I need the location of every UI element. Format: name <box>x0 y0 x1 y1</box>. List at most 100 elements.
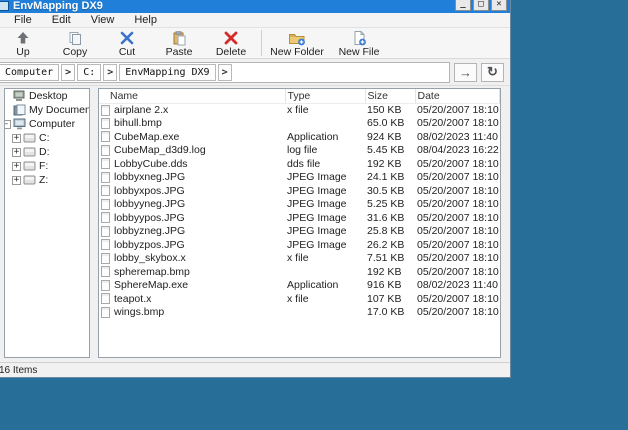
expand-icon[interactable]: + <box>12 162 21 171</box>
column-header-size[interactable]: Size <box>365 89 415 103</box>
breadcrumb-segment[interactable]: EnvMapping DX9 <box>119 64 215 81</box>
expand-icon[interactable]: + <box>12 148 21 157</box>
tree-item-c[interactable]: +C: <box>12 131 89 145</box>
file-date-cell: 05/20/2007 18:10 <box>415 265 500 279</box>
file-name-label: lobbyyneg.JPG <box>114 198 185 210</box>
file-name-label: CubeMap.exe <box>114 131 179 143</box>
tree-item-label: Z: <box>39 174 48 186</box>
menu-item-view[interactable]: View <box>82 14 124 26</box>
file-date-cell: 05/20/2007 18:10 <box>415 252 500 266</box>
file-name-cell: airplane 2.x <box>99 103 285 117</box>
expand-icon[interactable]: + <box>12 176 21 185</box>
file-name-cell: lobbyxpos.JPG <box>99 184 285 198</box>
table-row[interactable]: airplane 2.xx file150 KB05/20/2007 18:10 <box>99 103 500 117</box>
table-row[interactable]: CubeMap_d3d9.loglog file5.45 KB08/04/202… <box>99 144 500 158</box>
file-name-label: lobbyxneg.JPG <box>114 171 185 183</box>
table-row[interactable]: SphereMap.exeApplication916 KB08/02/2023… <box>99 279 500 293</box>
file-icon <box>101 145 110 156</box>
file-name-cell: lobbyzpos.JPG <box>99 238 285 252</box>
breadcrumb-chevron-icon[interactable]: > <box>103 64 117 81</box>
collapse-icon[interactable]: - <box>4 120 11 129</box>
column-header-type[interactable]: Type <box>285 89 365 103</box>
file-name: airplane 2.x <box>101 104 283 116</box>
toolbar-button-label: New File <box>339 46 380 58</box>
file-icon <box>101 212 110 223</box>
desktop-icon <box>13 91 26 102</box>
toolbar-button-label: New Folder <box>270 46 324 58</box>
go-button[interactable]: → <box>454 63 477 82</box>
table-row[interactable]: CubeMap.exeApplication924 KB08/02/2023 1… <box>99 130 500 144</box>
breadcrumb-chevron-icon[interactable]: > <box>218 64 232 81</box>
tree-item-f[interactable]: +F: <box>12 159 89 173</box>
paste-button[interactable]: Paste <box>153 28 205 58</box>
tree-item-label: My Documents <box>29 104 89 116</box>
title-bar[interactable]: EnvMapping DX9 _□✕ <box>0 0 510 13</box>
refresh-button[interactable]: ↻ <box>481 63 504 82</box>
menu-item-file[interactable]: File <box>5 14 41 26</box>
minimize-button[interactable]: _ <box>455 0 471 11</box>
file-name: lobbyzneg.JPG <box>101 225 283 237</box>
table-row[interactable]: spheremap.bmp192 KB05/20/2007 18:10 <box>99 265 500 279</box>
file-name: CubeMap.exe <box>101 131 283 143</box>
drive-icon <box>23 133 36 144</box>
file-date-cell: 05/20/2007 18:10 <box>415 157 500 171</box>
menu-item-edit[interactable]: Edit <box>43 14 80 26</box>
table-row[interactable]: lobbyzneg.JPGJPEG Image25.8 KB05/20/2007… <box>99 225 500 239</box>
file-name-label: airplane 2.x <box>114 104 168 116</box>
file-list-table: NameTypeSizeDate airplane 2.xx file150 K… <box>99 89 500 319</box>
file-name-label: lobbyxpos.JPG <box>114 185 185 197</box>
table-row[interactable]: lobbyzpos.JPGJPEG Image26.2 KB05/20/2007… <box>99 238 500 252</box>
column-header-name[interactable]: Name <box>99 89 285 103</box>
close-button[interactable]: ✕ <box>491 0 507 11</box>
file-type-cell: log file <box>285 144 365 158</box>
breadcrumb[interactable]: Computer>C:>EnvMapping DX9> <box>0 62 450 83</box>
folder-tree-panel: DesktopMy Documents-Computer+C:+D:+F:+Z: <box>4 88 90 358</box>
breadcrumb-segment[interactable]: C: <box>77 64 101 81</box>
toolbar-button-label: Paste <box>166 46 193 58</box>
file-name: CubeMap_d3d9.log <box>101 144 283 156</box>
file-name-cell: LobbyCube.dds <box>99 157 285 171</box>
table-row[interactable]: lobbyxpos.JPGJPEG Image30.5 KB05/20/2007… <box>99 184 500 198</box>
maximize-button[interactable]: □ <box>473 0 489 11</box>
file-list-panel: NameTypeSizeDate airplane 2.xx file150 K… <box>98 88 501 358</box>
file-icon <box>101 185 110 196</box>
tree-item-my-documents[interactable]: My Documents <box>4 103 89 117</box>
expander-spacer <box>4 92 11 101</box>
table-row[interactable]: wings.bmp17.0 KB05/20/2007 18:10 <box>99 306 500 320</box>
table-row[interactable]: lobbyxneg.JPGJPEG Image24.1 KB05/20/2007… <box>99 171 500 185</box>
file-name-label: teapot.x <box>114 293 151 305</box>
table-row[interactable]: LobbyCube.ddsdds file192 KB05/20/2007 18… <box>99 157 500 171</box>
tree-item-d[interactable]: +D: <box>12 145 89 159</box>
tree-item-computer[interactable]: -Computer <box>4 117 89 131</box>
item-count: 16 Items <box>0 365 37 376</box>
delete-button[interactable]: Delete <box>205 28 257 58</box>
table-row[interactable]: lobbyypos.JPGJPEG Image31.6 KB05/20/2007… <box>99 211 500 225</box>
file-size-cell: 31.6 KB <box>365 211 415 225</box>
new-folder-button[interactable]: New Folder <box>266 28 328 58</box>
new-file-button[interactable]: New File <box>328 28 390 58</box>
breadcrumb-segment[interactable]: Computer <box>0 64 59 81</box>
table-row[interactable]: bihull.bmp65.0 KB05/20/2007 18:10 <box>99 117 500 131</box>
up-button[interactable]: Up <box>0 28 49 58</box>
copy-button[interactable]: Copy <box>49 28 101 58</box>
table-row[interactable]: lobbyyneg.JPGJPEG Image5.25 KB05/20/2007… <box>99 198 500 212</box>
file-date-cell: 08/02/2023 11:40 <box>415 130 500 144</box>
file-size-cell: 17.0 KB <box>365 306 415 320</box>
drive-icon <box>23 175 36 186</box>
expand-icon[interactable]: + <box>12 134 21 143</box>
file-name-cell: CubeMap_d3d9.log <box>99 144 285 158</box>
table-row[interactable]: lobby_skybox.xx file7.51 KB05/20/2007 18… <box>99 252 500 266</box>
copy-icon <box>67 30 83 46</box>
tree-item-desktop[interactable]: Desktop <box>4 89 89 103</box>
table-row[interactable]: teapot.xx file107 KB05/20/2007 18:10 <box>99 292 500 306</box>
breadcrumb-chevron-icon[interactable]: > <box>61 64 75 81</box>
column-header-date[interactable]: Date <box>415 89 500 103</box>
file-size-cell: 5.45 KB <box>365 144 415 158</box>
file-name-label: SphereMap.exe <box>114 279 188 291</box>
tree-item-z[interactable]: + Z: <box>12 173 89 187</box>
file-name-cell: lobbyyneg.JPG <box>99 198 285 212</box>
menu-item-help[interactable]: Help <box>125 14 166 26</box>
file-date-cell: 05/20/2007 18:10 <box>415 184 500 198</box>
cut-icon <box>119 30 135 46</box>
cut-button[interactable]: Cut <box>101 28 153 58</box>
